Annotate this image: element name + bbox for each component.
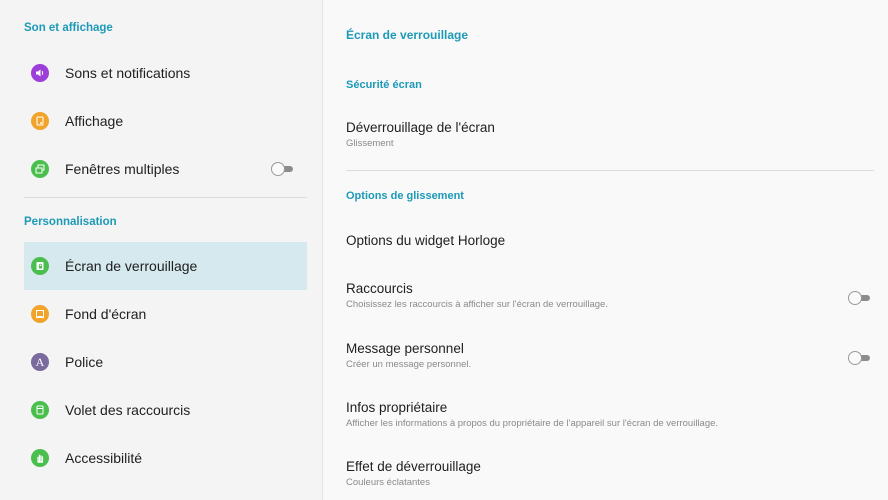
sidebar-item-label: Sons et notifications: [65, 65, 191, 81]
section-header-sound-display: Son et affichage: [24, 22, 113, 34]
sidebar-item-shortcut-panel[interactable]: Volet des raccourcis: [24, 386, 307, 434]
setting-subtitle: Créer un message personnel.: [346, 359, 472, 370]
sidebar-item-label: Affichage: [65, 113, 124, 129]
sidebar-item-wallpaper[interactable]: Fond d'écran: [24, 290, 307, 338]
sidebar-item-label: Écran de verrouillage: [65, 258, 198, 274]
settings-divider: [346, 170, 874, 171]
page-title: Écran de verrouillage: [346, 28, 469, 42]
lock-screen-icon: [31, 257, 49, 275]
section-header-personalization: Personnalisation: [24, 216, 117, 228]
sidebar-item-font[interactable]: A Police: [24, 338, 307, 386]
display-icon: [31, 112, 49, 130]
setting-subtitle: Glissement: [346, 138, 394, 149]
sidebar-item-label: Volet des raccourcis: [65, 402, 191, 418]
sidebar-divider: [24, 197, 307, 198]
setting-title: Options du widget Horloge: [346, 233, 506, 248]
setting-shortcuts[interactable]: Raccourcis Choisissez les raccourcis à a…: [346, 281, 876, 310]
multi-window-icon: [31, 160, 49, 178]
setting-title: Effet de déverrouillage: [346, 459, 481, 474]
setting-owner-info[interactable]: Infos propriétaire Afficher les informat…: [346, 400, 876, 429]
setting-clock-widget-options[interactable]: Options du widget Horloge: [346, 233, 876, 248]
setting-subtitle: Afficher les informations à propos du pr…: [346, 418, 719, 429]
sidebar-item-display[interactable]: Affichage: [24, 97, 307, 145]
font-icon: A: [31, 353, 49, 371]
setting-title: Déverrouillage de l'écran: [346, 120, 495, 135]
setting-title: Raccourcis: [346, 281, 413, 296]
personal-message-toggle[interactable]: [848, 351, 870, 365]
shortcuts-toggle[interactable]: [848, 291, 870, 305]
sidebar-item-multi-window[interactable]: Fenêtres multiples: [24, 145, 307, 193]
section-header-swipe-options: Options de glissement: [346, 190, 464, 202]
setting-subtitle: Choisissez les raccourcis à afficher sur…: [346, 299, 608, 310]
sidebar-item-label: Accessibilité: [65, 450, 143, 466]
settings-sidebar: Son et affichage Sons et notifications A…: [0, 0, 323, 500]
sidebar-item-label: Fenêtres multiples: [65, 161, 180, 177]
sidebar-item-label: Police: [65, 354, 104, 370]
lock-screen-settings: Écran de verrouillage Sécurité écran Dév…: [324, 0, 888, 500]
wallpaper-icon: [31, 305, 49, 323]
section-header-screen-security: Sécurité écran: [346, 79, 422, 91]
hand-icon: [31, 449, 49, 467]
setting-title: Message personnel: [346, 341, 464, 356]
setting-unlock-effect[interactable]: Effet de déverrouillage Couleurs éclatan…: [346, 459, 876, 488]
multi-window-toggle[interactable]: [271, 162, 293, 176]
setting-title: Infos propriétaire: [346, 400, 448, 415]
shortcut-panel-icon: [31, 401, 49, 419]
setting-screen-unlock[interactable]: Déverrouillage de l'écran Glissement: [346, 120, 876, 149]
sidebar-item-lock-screen[interactable]: Écran de verrouillage: [24, 242, 307, 290]
setting-subtitle: Couleurs éclatantes: [346, 477, 430, 488]
sidebar-item-label: Fond d'écran: [65, 306, 147, 322]
sidebar-item-sounds-notifications[interactable]: Sons et notifications: [24, 49, 307, 97]
speaker-icon: [31, 64, 49, 82]
setting-personal-message[interactable]: Message personnel Créer un message perso…: [346, 341, 876, 370]
sidebar-item-accessibility[interactable]: Accessibilité: [24, 434, 307, 482]
